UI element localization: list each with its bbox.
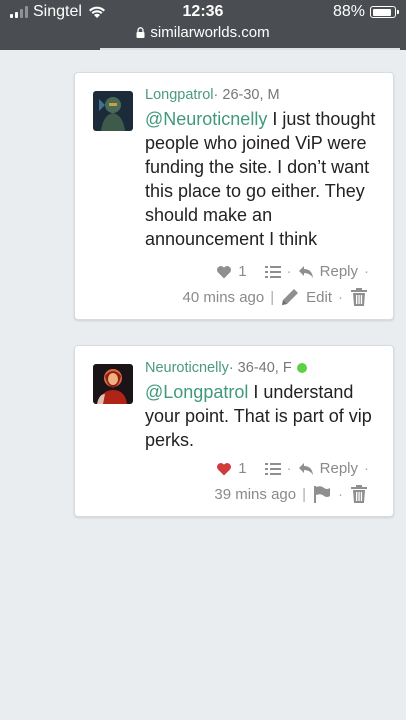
battery-percent: 88% [332,3,365,20]
timestamp: 39 mins ago [214,485,297,503]
comment-actions: 1 · Reply · [216,460,369,477]
reply-button[interactable]: Reply [320,460,358,477]
status-bar: Singtel 12:36 88% similarworlds.com [0,0,406,50]
dot-separator: · [286,460,292,477]
comment-card: Neuroticnelly · 36-40, F @Longpatrol I u… [74,345,394,517]
battery-group: 88% [332,3,399,21]
trash-icon[interactable] [349,287,369,307]
username-link[interactable]: Longpatrol [145,87,214,103]
list-icon[interactable] [264,461,281,477]
heart-icon[interactable] [216,461,232,477]
avatar-image [93,364,133,404]
battery-fill [372,8,391,16]
avatar[interactable] [93,364,133,404]
user-age-gender: · 26-30, M [213,87,280,103]
user-age-gender: · 36-40, F [228,360,292,376]
trash-icon[interactable] [349,484,369,504]
edit-button[interactable]: Edit [306,289,332,306]
reply-icon[interactable] [298,461,314,477]
dot-separator: · [338,288,343,306]
comment-meta: Neuroticnelly · 36-40, F [145,360,307,376]
pencil-icon[interactable] [280,287,300,307]
pipe-separator: | [270,288,275,306]
list-icon[interactable] [264,264,281,280]
mention-link[interactable]: @Longpatrol [145,382,248,402]
avatar[interactable] [93,91,133,131]
online-indicator [296,363,307,373]
comment-actions-row2: 40 mins ago | Edit · [183,287,369,307]
like-count: 1 [238,460,247,477]
avatar-image [93,91,133,131]
timestamp: 40 mins ago [182,288,265,306]
comment-actions-row2: 39 mins ago | · [214,484,369,504]
like-count: 1 [238,263,247,280]
reply-icon[interactable] [298,264,314,280]
lock-icon [136,27,145,38]
comment-text: @Longpatrol I understand your point. Tha… [145,380,385,452]
comment-text: @Neuroticnelly I just thought people who… [145,107,385,251]
mention-link[interactable]: @Neuroticnelly [145,109,267,129]
comment-actions: 1 · Reply · [216,263,369,280]
username-link[interactable]: Neuroticnelly [145,360,229,376]
comment-card: Longpatrol · 26-30, M @Neuroticnelly I j… [74,72,394,320]
url-text: similarworlds.com [150,24,270,41]
page-divider [100,48,400,50]
comment-meta: Longpatrol · 26-30, M [145,87,280,103]
reply-button[interactable]: Reply [320,263,358,280]
comment-body: I just thought people who joined ViP wer… [145,109,376,249]
dot-separator: · [364,263,369,280]
dot-separator: · [286,263,292,280]
heart-icon[interactable] [216,264,232,280]
flag-icon[interactable] [312,484,332,504]
dot-separator: · [364,460,369,477]
dot-separator: · [338,485,343,503]
pipe-separator: | [302,485,306,503]
battery-icon [370,6,399,18]
address-bar[interactable]: similarworlds.com [0,24,406,41]
